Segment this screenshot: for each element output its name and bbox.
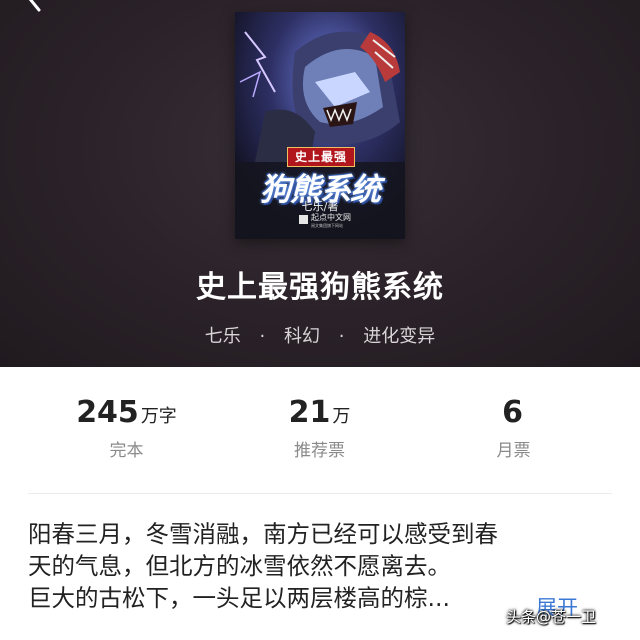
chevron-left-icon [28, 0, 41, 12]
stat-recommend-votes[interactable]: 21 万 推荐票 [213, 395, 426, 461]
synopsis-line: 天的气息，但北方的冰雪依然不愿离去。 [28, 552, 451, 580]
book-header: 史上最强 狗熊系统 七乐/著 起点中文网 阅文集团旗下网站 史上最强狗熊系统 七… [0, 0, 640, 367]
watermark: 头条@苍一卫 [506, 608, 597, 626]
publisher-logo-icon [299, 215, 308, 224]
cover-publisher-sub: 阅文集团旗下网站 [311, 223, 343, 228]
author-link[interactable]: 七乐 [205, 326, 241, 347]
stat-unit: 万字 [140, 406, 177, 427]
book-stats: 245 万字 完本 21 万 推荐票 6 月票 [0, 395, 640, 470]
stat-value: 21 [288, 395, 331, 430]
back-button[interactable] [22, 0, 48, 12]
subgenre-link[interactable]: 进化变异 [363, 326, 435, 347]
stat-label: 推荐票 [294, 441, 345, 461]
book-cover[interactable]: 史上最强 狗熊系统 七乐/著 起点中文网 阅文集团旗下网站 [235, 12, 405, 239]
synopsis-line: 阳春三月，冬雪消融，南方已经可以感受到春 [28, 520, 498, 548]
synopsis: 阳春三月，冬雪消融，南方已经可以感受到春 天的气息，但北方的冰雪依然不愿离去。 … [28, 518, 618, 614]
stat-label: 月票 [496, 441, 531, 461]
stat-value: 6 [502, 395, 523, 430]
cover-publisher: 起点中文网 [311, 213, 351, 222]
stat-unit: 万 [332, 406, 351, 427]
book-title: 史上最强狗熊系统 [196, 270, 444, 305]
stat-value: 245 [76, 395, 139, 430]
stat-label: 完本 [109, 441, 144, 461]
meta-separator: · [338, 326, 345, 347]
section-divider [28, 493, 612, 494]
meta-separator: · [259, 326, 266, 347]
stat-word-count: 245 万字 完本 [20, 395, 233, 461]
book-meta: 七乐 · 科幻 · 进化变异 [0, 322, 640, 348]
stat-monthly-votes[interactable]: 6 月票 [407, 395, 620, 461]
genre-link[interactable]: 科幻 [284, 326, 320, 347]
